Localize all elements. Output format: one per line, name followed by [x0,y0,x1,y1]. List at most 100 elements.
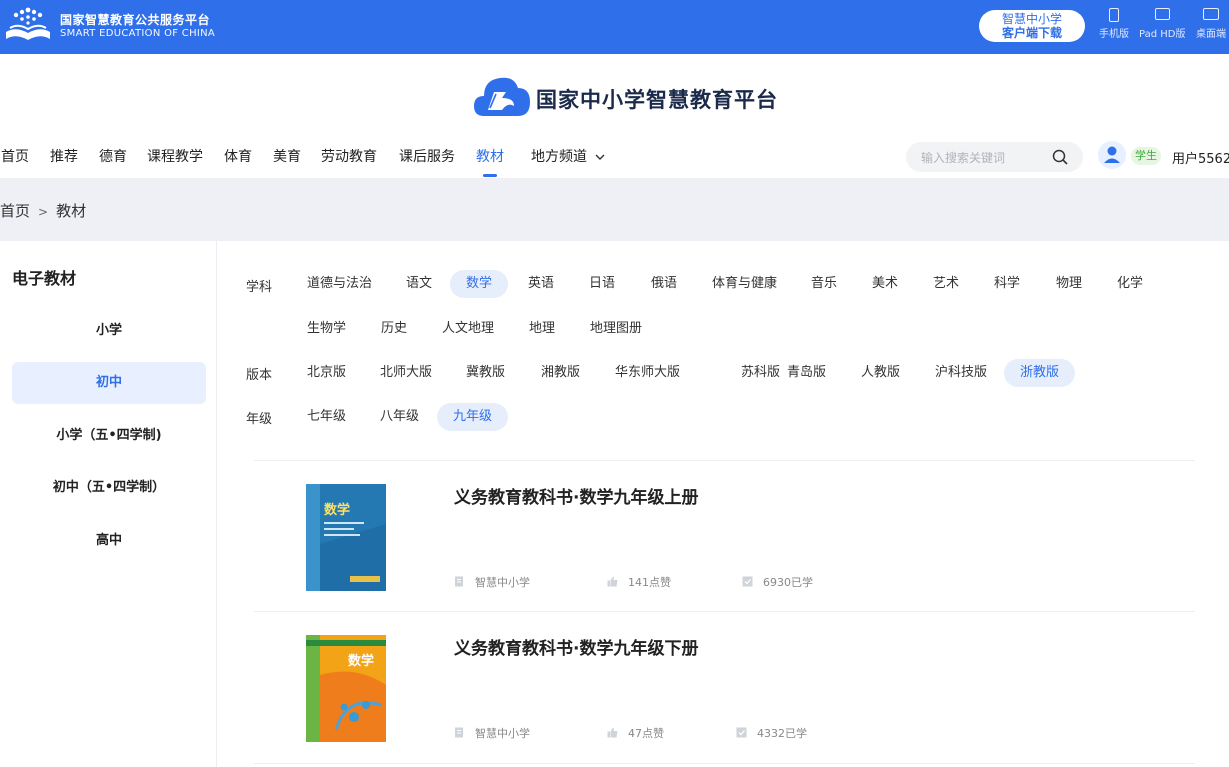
book-cover[interactable]: 数学 [306,635,386,742]
sidebar-item-senior[interactable]: 高中 [12,520,206,562]
nav-home[interactable]: 首页 [1,146,29,178]
book-title[interactable]: 义务教育教科书·数学九年级上册 [454,483,698,508]
desktop-icon [1203,8,1219,20]
chevron-down-icon [595,154,605,160]
nav-after-school[interactable]: 课后服务 [399,146,455,178]
nav-moral[interactable]: 德育 [99,146,127,178]
breadcrumb-current: 教材 [56,202,87,220]
device-pad-label: Pad HD版 [1139,29,1186,40]
search-box[interactable]: 输入搜索关键词 [906,142,1083,172]
subject-chip[interactable]: 生物学 [291,315,362,343]
subject-chip[interactable]: 艺术 [917,270,975,298]
edition-chip-selected[interactable]: 浙教版 [1004,359,1076,387]
subject-chip[interactable]: 日语 [573,270,631,298]
subject-chip[interactable]: 美术 [856,270,914,298]
nav-local[interactable]: 地方频道 [531,146,605,178]
book-studied: 4332已学 [736,725,807,741]
nav-local-label: 地方频道 [531,149,587,165]
grade-chip-selected[interactable]: 九年级 [437,403,509,431]
edition-chip[interactable]: 沪科技版 [919,359,1003,387]
subject-chip[interactable]: 语文 [390,270,448,298]
client-download-button[interactable]: 智慧中小学 客户端下载 [979,10,1085,42]
grade-chip[interactable]: 七年级 [291,403,362,431]
book-likes-text: 141点赞 [628,576,671,589]
subject-chip[interactable]: 化学 [1101,270,1159,298]
username[interactable]: 用户5562 [1172,148,1229,167]
subject-chip[interactable]: 道德与法治 [291,270,388,298]
subject-chip[interactable]: 体育与健康 [696,270,793,298]
book-studied-text: 4332已学 [757,727,807,740]
book-publisher-text: 智慧中小学 [475,576,530,589]
nav-sports[interactable]: 体育 [224,146,252,178]
book-publisher-text: 智慧中小学 [475,727,530,740]
sidebar-item-junior-54[interactable]: 初中（五•四学制） [12,467,206,509]
download-line1: 智慧中小学 [1001,12,1062,26]
edition-chip[interactable]: 北师大版 [364,359,448,387]
book-publisher: 智慧中小学 [454,725,530,741]
edition-label: 版本 [246,368,273,383]
sidebar-item-junior[interactable]: 初中 [12,362,206,404]
subject-chip[interactable]: 地理 [513,315,571,343]
book-studied: 6930已学 [742,574,813,590]
edition-chip[interactable]: 华东师大版 [599,359,696,387]
book-item[interactable]: 数学 义务教育教科书·数学九年级上册 智慧中小学 141点赞 6930已学 [254,461,1195,612]
book-title[interactable]: 义务教育教科书·数学九年级下册 [454,634,698,659]
edition-chip[interactable]: 冀教版 [450,359,521,387]
book-studied-text: 6930已学 [763,576,813,589]
sidebar-item-primary[interactable]: 小学 [12,310,206,352]
subject-chip[interactable]: 俄语 [635,270,693,298]
edition-chip[interactable]: 湘教版 [525,359,596,387]
edition-chip[interactable]: 人教版 [845,359,916,387]
subject-chip[interactable]: 物理 [1040,270,1098,298]
device-pad[interactable]: Pad HD版 [1139,8,1185,40]
grade-label: 年级 [246,412,273,427]
subject-chip-selected[interactable]: 数学 [450,270,509,298]
book-cover[interactable]: 数学 [306,484,386,591]
subject-chip[interactable]: 人文地理 [426,315,510,343]
like-icon [607,576,618,587]
logo-book-icon [6,7,50,40]
nav-textbooks[interactable]: 教材 [476,146,504,178]
book-likes: 141点赞 [607,574,671,590]
header: 国家中小学智慧教育平台 首页 推荐 德育 课程教学 体育 美育 劳动教育 课后服… [0,54,1229,178]
search-icon[interactable] [1052,149,1068,165]
edition-chip[interactable]: 青岛版 [771,359,842,387]
book-publisher: 智慧中小学 [454,574,530,590]
device-desktop[interactable]: 桌面端 [1196,8,1226,40]
subject-chip[interactable]: 音乐 [795,270,853,298]
study-icon [736,727,747,738]
phone-icon [1109,8,1119,22]
publisher-icon [455,576,463,587]
breadcrumb-home[interactable]: 首页 [0,202,30,220]
device-desktop-label: 桌面端 [1196,29,1226,40]
role-badge: 学生 [1131,147,1161,165]
download-line2: 客户端下载 [1001,26,1062,40]
like-icon [607,727,618,738]
book-likes: 47点赞 [607,725,664,741]
search-input[interactable]: 输入搜索关键词 [921,149,1005,166]
cloud-logo-icon [474,77,530,116]
brand-name-cn: 国家智慧教育公共服务平台 [60,13,211,27]
book-item[interactable]: 数学 义务教育教科书·数学九年级下册 智慧中小学 47点赞 4332已学 [254,612,1195,763]
divider [254,763,1195,764]
nav-arts[interactable]: 美育 [273,146,301,178]
study-icon [742,576,753,587]
edition-chip[interactable]: 北京版 [291,359,362,387]
nav-recommend[interactable]: 推荐 [50,146,78,178]
site-title: 国家中小学智慧教育平台 [536,87,778,112]
nav-labor[interactable]: 劳动教育 [321,146,377,178]
subject-chip[interactable]: 科学 [978,270,1036,298]
subject-chip[interactable]: 英语 [512,270,570,298]
user-icon[interactable] [1098,141,1126,169]
subject-chip[interactable]: 历史 [365,315,423,343]
cover-title: 数学 [348,653,374,669]
main-panel: 学科 道德与法治 语文 数学 英语 日语 俄语 体育与健康 音乐 美术 艺术 科… [217,241,1229,767]
device-mobile[interactable]: 手机版 [1099,8,1129,40]
sidebar-item-primary-54[interactable]: 小学（五•四学制) [12,415,206,457]
sidebar: 电子教材 小学 初中 小学（五•四学制) 初中（五•四学制） 高中 [0,241,217,767]
grade-chip[interactable]: 八年级 [364,403,435,431]
subject-chip[interactable]: 地理图册 [574,315,658,343]
nav-courses[interactable]: 课程教学 [147,146,203,178]
breadcrumb-separator: > [38,205,49,219]
sidebar-title: 电子教材 [12,269,77,288]
